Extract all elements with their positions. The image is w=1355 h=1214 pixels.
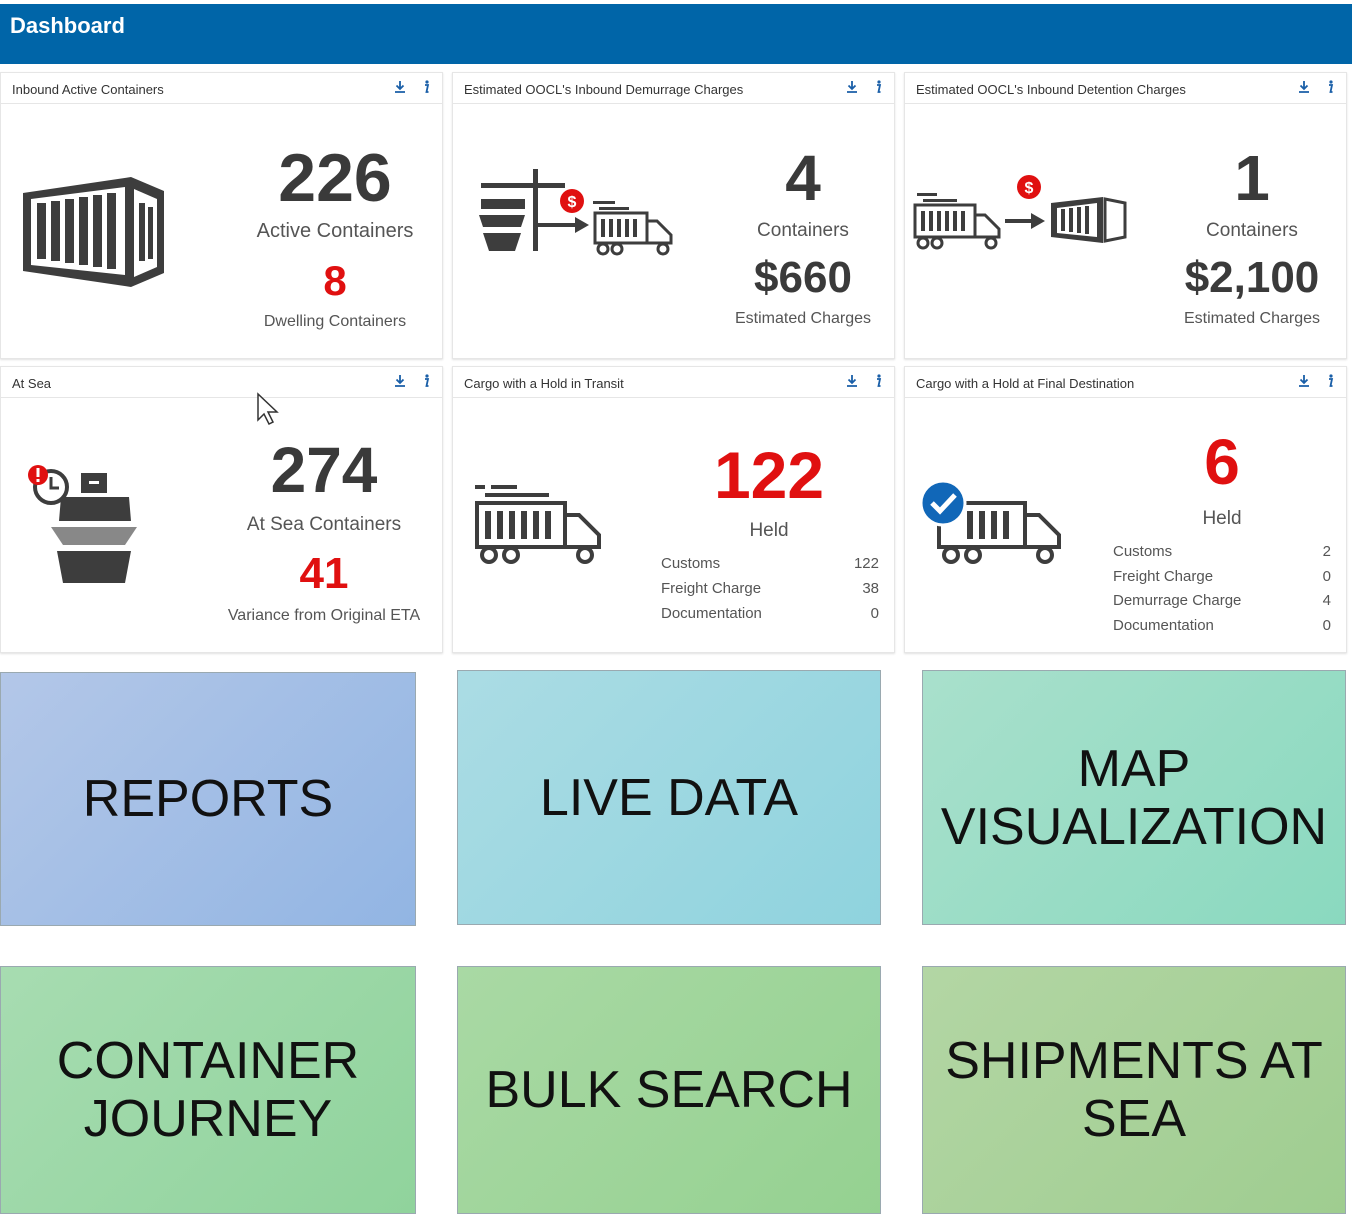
tile-label: SHIPMENTS AT [945,1032,1323,1090]
held-in-transit-count[interactable]: 122 [689,437,849,513]
tile-label: BULK SEARCH [485,1061,853,1119]
download-icon[interactable] [846,373,858,389]
hold-type-count: 0 [870,605,879,622]
hold-type-label: Documentation [661,605,762,622]
shipping-container-icon [23,177,164,287]
panel-header: Cargo with a Hold at Final Destination [905,367,1346,398]
panel-title: Estimated OOCL's Inbound Detention Charg… [916,82,1186,97]
tile-label: REPORTS [82,770,334,828]
at-sea-containers-count[interactable]: 274 [211,433,437,507]
page-title: Dashboard [10,13,125,38]
dwelling-containers-count[interactable]: 8 [227,257,443,305]
eta-variance-count[interactable]: 41 [211,549,437,599]
panel-header: Cargo with a Hold in Transit [453,367,894,398]
list-item[interactable]: Freight Charge 0 [1113,568,1331,590]
list-item[interactable]: Documentation 0 [661,605,879,627]
info-icon[interactable] [872,373,884,389]
hold-type-label: Freight Charge [661,580,762,597]
tile-label: SEA [1081,1090,1187,1148]
hold-type-count: 0 [1322,568,1331,585]
panel-demurrage-charges: Estimated OOCL's Inbound Demurrage Charg… [452,72,895,359]
list-item[interactable]: Documentation 0 [1113,617,1331,639]
panel-title: Inbound Active Containers [12,82,164,97]
svg-text:$: $ [1025,180,1034,197]
hold-type-label: Customs [1113,543,1173,560]
hold-breakdown-list: Customs 2 Freight Charge 0 Demurrage Charg… [1113,543,1331,639]
list-item[interactable]: Customs 2 [1113,543,1331,565]
detention-amount-label: Estimated Charges [1183,310,1321,327]
bulk-search-tile[interactable]: BULK SEARCH [457,966,881,1214]
cargo-ship-icon [28,465,137,583]
demurrage-containers-count[interactable]: 4 [693,141,913,215]
truck-icon [475,485,601,564]
list-item[interactable]: Freight Charge 38 [661,580,879,602]
panel-header: Estimated OOCL's Inbound Demurrage Charg… [453,73,894,104]
live-data-tile[interactable]: LIVE DATA [457,670,881,925]
port-to-truck-icon: $ [479,169,673,256]
hold-type-count: 122 [853,555,879,572]
panel-header: Inbound Active Containers [1,73,442,104]
demurrage-amount-label: Estimated Charges [734,310,872,327]
hold-type-label: Freight Charge [1113,568,1214,585]
hold-type-label: Customs [661,555,721,572]
info-icon[interactable] [420,79,432,95]
panel-title: Cargo with a Hold in Transit [464,376,624,391]
tile-label: VISUALIZATION [940,797,1328,856]
hold-type-count: 0 [1322,617,1331,634]
list-item[interactable]: Customs 122 [661,555,879,577]
shipments-at-sea-tile[interactable]: SHIPMENTS AT SEA [922,966,1346,1214]
panel-detention-charges: Estimated OOCL's Inbound Detention Charg… [904,72,1347,359]
panel-hold-in-transit: Cargo with a Hold in Transit 122 Held Cu… [452,366,895,653]
panel-at-sea: At Sea 274 At Sea Containers 41 Variance… [0,366,443,653]
panel-header: Estimated OOCL's Inbound Detention Charg… [905,73,1346,104]
hold-type-label: Documentation [1113,617,1214,634]
checkmark-badge-icon [919,479,967,527]
panel-header: At Sea [1,367,442,398]
detention-amount[interactable]: $2,100 [1141,253,1355,303]
panel-title: Estimated OOCL's Inbound Demurrage Charg… [464,82,744,97]
info-icon[interactable] [872,79,884,95]
hold-breakdown-list: Customs 122 Freight Charge 38 Documentatio… [661,555,879,625]
reports-tile[interactable]: REPORTS [0,672,416,926]
panel-title: At Sea [12,376,52,391]
detention-containers-label: Containers [1206,220,1298,241]
eta-variance-label: Variance from Original ETA [227,607,421,624]
panel-inbound-active-containers: Inbound Active Containers 226 Active Con… [0,72,443,359]
truck-to-container-icon: $ [913,175,1127,250]
info-icon[interactable] [1324,79,1336,95]
hold-type-count: 38 [862,580,879,597]
info-icon[interactable] [1324,373,1336,389]
info-icon[interactable] [420,373,432,389]
hold-type-count: 2 [1322,543,1331,560]
active-containers-label: Active Containers [256,220,414,242]
detention-containers-count[interactable]: 1 [1141,141,1355,215]
download-icon[interactable] [846,79,858,95]
panel-hold-final-destination: Cargo with a Hold at Final Destination 6… [904,366,1347,653]
tile-label: CONTAINER [56,1032,360,1090]
download-icon[interactable] [1298,373,1310,389]
list-item[interactable]: Demurrage Charge 4 [1113,592,1331,614]
hold-type-label: Demurrage Charge [1113,592,1242,609]
at-sea-containers-label: At Sea Containers [246,514,402,535]
download-icon[interactable] [394,79,406,95]
dwelling-containers-label: Dwelling Containers [263,313,407,330]
mouse-cursor-icon [257,392,279,426]
tile-label: LIVE DATA [539,768,799,827]
demurrage-containers-label: Containers [757,220,849,241]
container-journey-tile[interactable]: CONTAINER JOURNEY [0,966,416,1214]
panel-title: Cargo with a Hold at Final Destination [916,376,1135,391]
tile-label: JOURNEY [83,1090,333,1148]
tile-label: MAP [1077,739,1191,798]
map-visualization-tile[interactable]: MAP VISUALIZATION [922,670,1346,925]
hold-type-count: 4 [1322,592,1331,609]
svg-text:$: $ [568,194,577,211]
demurrage-amount[interactable]: $660 [693,253,913,303]
download-icon[interactable] [394,373,406,389]
download-icon[interactable] [1298,79,1310,95]
held-label: Held [1202,508,1242,529]
held-label: Held [749,520,789,541]
dashboard-header: Dashboard [0,4,1352,64]
active-containers-count[interactable]: 226 [227,139,443,217]
held-final-count[interactable]: 6 [1141,425,1303,499]
